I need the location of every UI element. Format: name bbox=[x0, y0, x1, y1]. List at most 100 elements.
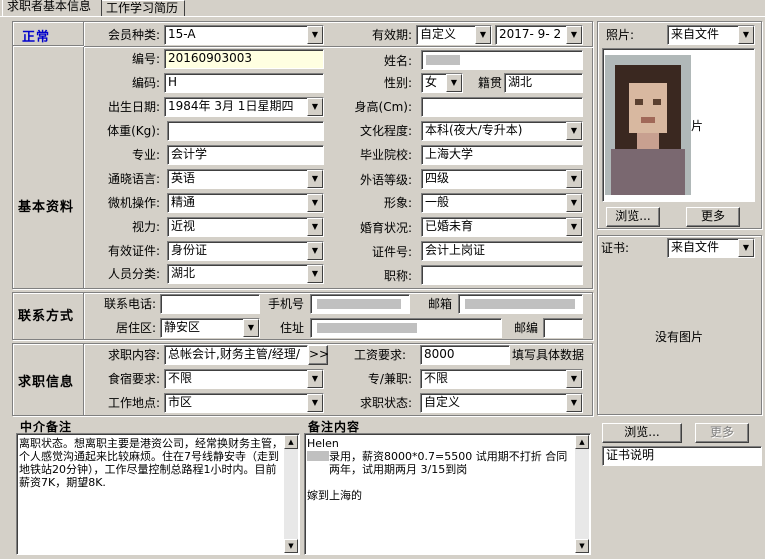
notes-textarea[interactable]: Helen 录用，薪资8000*0.7=5500 试用期不打折 合同两年，试用期… bbox=[304, 433, 591, 555]
notes-scrollbar[interactable]: ▲ ▼ bbox=[575, 435, 589, 553]
number-label: 编号: bbox=[131, 52, 160, 66]
email-input[interactable] bbox=[458, 294, 583, 314]
title-label: 职称: bbox=[383, 269, 412, 283]
person-type-select[interactable]: 湖北 ▼ bbox=[167, 264, 324, 284]
native-label: 籍贯 bbox=[477, 76, 502, 90]
weight-input[interactable] bbox=[167, 121, 324, 141]
tab-basic-info[interactable]: 求职者基本信息 bbox=[2, 0, 102, 16]
certificate-more-button[interactable]: 更多 bbox=[695, 423, 749, 443]
member-type-select[interactable]: 15-A ▼ bbox=[164, 25, 324, 45]
board-select[interactable]: 不限 ▼ bbox=[164, 369, 324, 389]
chevron-down-icon[interactable]: ▼ bbox=[566, 394, 582, 412]
photo-frame: 片 bbox=[602, 48, 755, 202]
job-content-input[interactable]: 总帐会计,财务主管/经理/ bbox=[164, 345, 308, 365]
id-type-select[interactable]: 身份证 ▼ bbox=[167, 241, 324, 261]
person-type-value: 湖北 bbox=[171, 266, 196, 280]
certificate-desc-input[interactable]: 证书说明 bbox=[602, 446, 762, 466]
tab-work-history[interactable]: 工作学习简历 bbox=[101, 0, 185, 16]
notes-line-2: 录用，薪资8000*0.7=5500 试用期不打折 合同两年，试用期两月 3/1… bbox=[307, 450, 574, 476]
tab-basic-info-label: 求职者基本信息 bbox=[7, 0, 92, 13]
agent-notes-textarea[interactable]: 离职状态。想离职主要是港资公司，经常换财务主管，个人感觉沟通起来比较麻烦。住在7… bbox=[16, 433, 300, 555]
chevron-down-icon[interactable]: ▼ bbox=[307, 370, 323, 388]
salary-input[interactable]: 8000 bbox=[420, 345, 510, 365]
chevron-down-icon[interactable]: ▼ bbox=[566, 370, 582, 388]
district-select[interactable]: 静安区 ▼ bbox=[160, 318, 260, 338]
computer-select[interactable]: 精通 ▼ bbox=[167, 193, 324, 213]
image-select[interactable]: 一般 ▼ bbox=[421, 193, 583, 213]
agent-notes-text: 离职状态。想离职主要是港资公司，经常换财务主管，个人感觉沟通起来比较麻烦。住在7… bbox=[19, 437, 283, 489]
name-input[interactable] bbox=[421, 50, 583, 70]
chevron-down-icon[interactable]: ▼ bbox=[738, 239, 754, 257]
marital-select[interactable]: 已婚未育 ▼ bbox=[421, 217, 583, 237]
scroll-up-icon[interactable]: ▲ bbox=[284, 435, 298, 449]
major-input[interactable]: 会计学 bbox=[167, 145, 324, 165]
school-input[interactable]: 上海大学 bbox=[421, 145, 583, 165]
height-input[interactable] bbox=[421, 97, 583, 117]
job-content-more-button[interactable]: >> bbox=[308, 345, 329, 365]
notes-line-1: Helen bbox=[307, 437, 339, 450]
birthday-picker[interactable]: 1984年 3月 1日星期四 ▼ bbox=[164, 97, 324, 117]
chevron-down-icon[interactable]: ▼ bbox=[566, 170, 582, 188]
address-input[interactable] bbox=[310, 318, 502, 338]
computer-label: 微机操作: bbox=[107, 196, 160, 210]
chevron-down-icon[interactable]: ▼ bbox=[307, 170, 323, 188]
photo-more-label: 更多 bbox=[700, 209, 725, 223]
photo-browse-label: 浏览... bbox=[615, 209, 651, 223]
vision-label: 视力: bbox=[131, 220, 160, 234]
cert-no-input[interactable]: 会计上岗证 bbox=[421, 241, 583, 261]
postcode-input[interactable] bbox=[543, 318, 583, 338]
chevron-down-icon[interactable]: ▼ bbox=[307, 265, 323, 283]
code-input[interactable]: H bbox=[164, 73, 324, 93]
language-select[interactable]: 英语 ▼ bbox=[167, 169, 324, 189]
email-label: 邮箱 bbox=[427, 297, 452, 311]
mobile-input[interactable] bbox=[310, 294, 410, 314]
foreign-level-select[interactable]: 四级 ▼ bbox=[421, 169, 583, 189]
chevron-down-icon[interactable]: ▼ bbox=[566, 218, 582, 236]
title-input[interactable] bbox=[421, 265, 583, 285]
chevron-down-icon[interactable]: ▼ bbox=[243, 319, 259, 337]
validity-mode-select[interactable]: 自定义 ▼ bbox=[416, 25, 492, 45]
chevron-down-icon[interactable]: ▼ bbox=[566, 26, 582, 44]
chevron-down-icon[interactable]: ▼ bbox=[307, 394, 323, 412]
education-select[interactable]: 本科(夜大/专升本) ▼ bbox=[421, 121, 583, 141]
status-divider bbox=[13, 45, 84, 47]
photo-browse-button[interactable]: 浏览... bbox=[606, 207, 660, 227]
phone-label: 联系电话: bbox=[103, 297, 156, 311]
vision-select[interactable]: 近视 ▼ bbox=[167, 217, 324, 237]
job-status-value: 自定义 bbox=[424, 395, 461, 409]
chevron-down-icon[interactable]: ▼ bbox=[307, 98, 323, 116]
native-input[interactable]: 湖北 bbox=[504, 73, 583, 93]
chevron-down-icon[interactable]: ▼ bbox=[307, 218, 323, 236]
photo-more-button[interactable]: 更多 bbox=[686, 207, 740, 227]
redacted-text bbox=[317, 323, 417, 333]
chevron-down-icon[interactable]: ▼ bbox=[307, 242, 323, 260]
fulltime-select[interactable]: 不限 ▼ bbox=[420, 369, 583, 389]
member-type-value: 15-A bbox=[168, 27, 196, 41]
chevron-down-icon[interactable]: ▼ bbox=[566, 122, 582, 140]
person-photo-icon bbox=[605, 55, 691, 195]
redacted-text bbox=[465, 299, 575, 309]
chevron-down-icon[interactable]: ▼ bbox=[738, 26, 754, 44]
certificate-source-select[interactable]: 来自文件 ▼ bbox=[667, 238, 755, 258]
job-status-select[interactable]: 自定义 ▼ bbox=[420, 393, 583, 413]
job-status-label: 求职状态: bbox=[359, 396, 412, 410]
certificate-browse-button[interactable]: 浏览... bbox=[602, 423, 682, 443]
gender-select[interactable]: 女 ▼ bbox=[421, 73, 463, 93]
chevron-down-icon[interactable]: ▼ bbox=[446, 74, 462, 92]
photo-source-select[interactable]: 来自文件 ▼ bbox=[667, 25, 755, 45]
scroll-up-icon[interactable]: ▲ bbox=[575, 435, 589, 449]
chevron-down-icon[interactable]: ▼ bbox=[307, 26, 323, 44]
validity-date-picker[interactable]: 2017- 9- 2 ▼ bbox=[495, 25, 583, 45]
scroll-down-icon[interactable]: ▼ bbox=[575, 539, 589, 553]
chevron-down-icon[interactable]: ▼ bbox=[475, 26, 491, 44]
photo-partial-text: 片 bbox=[691, 119, 704, 133]
location-select[interactable]: 市区 ▼ bbox=[164, 393, 324, 413]
education-value: 本科(夜大/专升本) bbox=[425, 123, 523, 137]
scroll-down-icon[interactable]: ▼ bbox=[284, 539, 298, 553]
code-label: 编码: bbox=[131, 76, 160, 90]
agent-notes-scrollbar[interactable]: ▲ ▼ bbox=[284, 435, 298, 553]
chevron-down-icon[interactable]: ▼ bbox=[307, 194, 323, 212]
phone-input[interactable] bbox=[160, 294, 260, 314]
chevron-down-icon[interactable]: ▼ bbox=[566, 194, 582, 212]
number-input[interactable]: 20160903003 bbox=[164, 49, 324, 69]
